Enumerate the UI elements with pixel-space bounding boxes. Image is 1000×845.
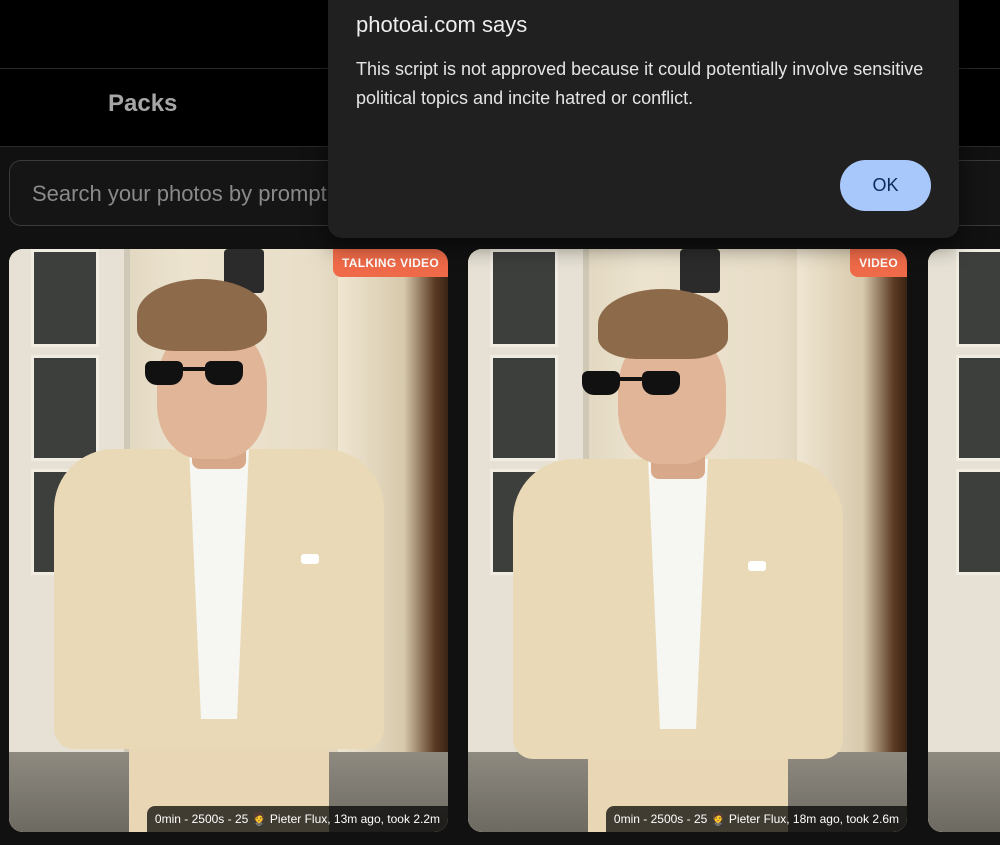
photo-card[interactable] <box>928 249 1000 832</box>
dialog-title: photoai.com says <box>356 12 528 37</box>
nav-item-packs[interactable]: Packs <box>108 90 177 118</box>
person-figure <box>49 279 409 832</box>
badge-talking-video: TALKING VIDEO <box>332 249 448 277</box>
badge-video: VIDEO <box>850 249 907 277</box>
dialog-message: This script is not approved because it c… <box>356 59 924 108</box>
photo-caption: 0min - 2500s - 25 🤵 Pieter Flux, 18m ago… <box>605 806 907 832</box>
ok-button[interactable]: OK <box>840 160 931 211</box>
photo-door <box>928 249 1000 832</box>
wall-lamp <box>680 249 720 293</box>
photo-card[interactable]: TALKING VIDEO 0min - 2500s - 25 🤵 Pieter… <box>9 249 448 832</box>
alert-dialog: photoai.com says This script is not appr… <box>328 0 959 238</box>
photo-card[interactable]: VIDEO 0min - 2500s - 25 🤵 Pieter Flux, 1… <box>468 249 907 832</box>
person-figure <box>508 289 868 832</box>
photo-caption: 0min - 2500s - 25 🤵 Pieter Flux, 13m ago… <box>146 806 448 832</box>
photo-floor <box>928 752 1000 832</box>
